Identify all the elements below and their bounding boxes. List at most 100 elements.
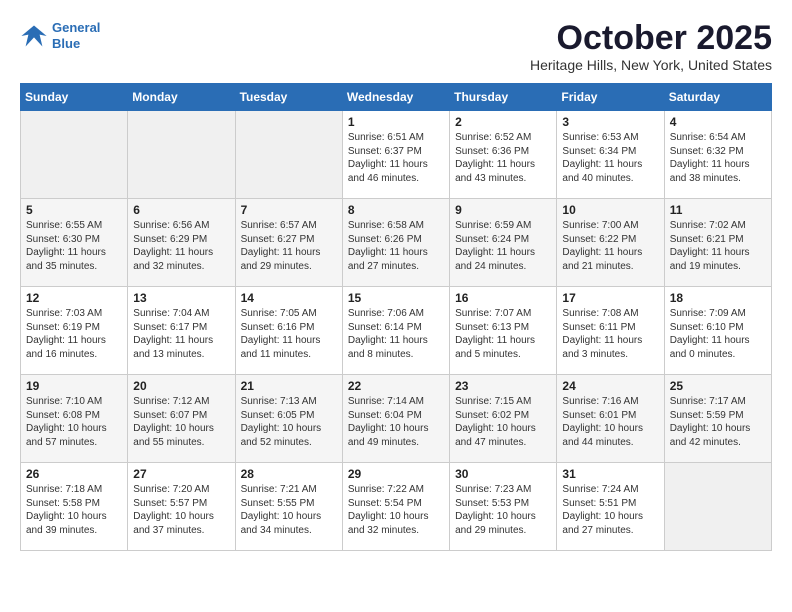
day-number: 3 xyxy=(562,115,658,129)
logo-text: General Blue xyxy=(52,20,100,51)
day-number: 25 xyxy=(670,379,766,393)
calendar-cell: 27 Sunrise: 7:20 AM Sunset: 5:57 PM Dayli… xyxy=(128,463,235,551)
day-info: Sunrise: 6:57 AM Sunset: 6:27 PM Dayligh… xyxy=(241,219,337,273)
calendar-cell xyxy=(21,111,128,199)
calendar-cell: 2Sunrise: 6:52 AM Sunset: 6:36 PM Daylig… xyxy=(450,111,557,199)
weekday-header-tuesday: Tuesday xyxy=(235,84,342,111)
day-number: 12 xyxy=(26,291,122,305)
day-number: 21 xyxy=(241,379,337,393)
day-info: Sunrise: 7:08 AM Sunset: 6:11 PM Dayligh… xyxy=(562,307,658,361)
day-number: 19 xyxy=(26,379,122,393)
logo-line2: Blue xyxy=(52,36,80,51)
page-header: General Blue October 2025 Heritage Hills… xyxy=(20,20,772,73)
logo: General Blue xyxy=(20,20,100,51)
logo-icon xyxy=(20,22,48,50)
calendar-cell: 6Sunrise: 6:56 AM Sunset: 6:29 PM Daylig… xyxy=(128,199,235,287)
calendar-cell: 22 Sunrise: 7:14 AM Sunset: 6:04 PM Dayli… xyxy=(342,375,449,463)
calendar-cell: 29Sunrise: 7:22 AM Sunset: 5:54 PM Dayli… xyxy=(342,463,449,551)
day-info: Sunrise: 6:59 AM Sunset: 6:24 PM Dayligh… xyxy=(455,219,551,273)
calendar-cell: 13Sunrise: 7:04 AM Sunset: 6:17 PM Dayli… xyxy=(128,287,235,375)
day-number: 20 xyxy=(133,379,229,393)
calendar-cell: 9 Sunrise: 6:59 AM Sunset: 6:24 PM Daylig… xyxy=(450,199,557,287)
day-info: Sunrise: 7:17 AM Sunset: 5:59 PM Dayligh… xyxy=(670,395,766,449)
calendar-cell: 19 Sunrise: 7:10 AM Sunset: 6:08 PM Dayli… xyxy=(21,375,128,463)
day-number: 30 xyxy=(455,467,551,481)
day-number: 31 xyxy=(562,467,658,481)
day-info: Sunrise: 7:10 AM Sunset: 6:08 PM Dayligh… xyxy=(26,395,122,449)
calendar-cell: 14 Sunrise: 7:05 AM Sunset: 6:16 PM Dayli… xyxy=(235,287,342,375)
logo-line1: General xyxy=(52,20,100,35)
day-info: Sunrise: 7:23 AM Sunset: 5:53 PM Dayligh… xyxy=(455,483,551,537)
calendar-cell: 11 Sunrise: 7:02 AM Sunset: 6:21 PM Dayli… xyxy=(664,199,771,287)
calendar-cell: 10 Sunrise: 7:00 AM Sunset: 6:22 PM Dayli… xyxy=(557,199,664,287)
day-info: Sunrise: 6:53 AM Sunset: 6:34 PM Dayligh… xyxy=(562,131,658,185)
calendar-cell: 25 Sunrise: 7:17 AM Sunset: 5:59 PM Dayli… xyxy=(664,375,771,463)
weekday-header-thursday: Thursday xyxy=(450,84,557,111)
calendar-cell: 28Sunrise: 7:21 AM Sunset: 5:55 PM Dayli… xyxy=(235,463,342,551)
weekday-header-friday: Friday xyxy=(557,84,664,111)
day-number: 13 xyxy=(133,291,229,305)
day-info: Sunrise: 6:55 AM Sunset: 6:30 PM Dayligh… xyxy=(26,219,122,273)
month-title: October 2025 xyxy=(530,20,772,57)
day-info: Sunrise: 7:02 AM Sunset: 6:21 PM Dayligh… xyxy=(670,219,766,273)
calendar-cell: 8Sunrise: 6:58 AM Sunset: 6:26 PM Daylig… xyxy=(342,199,449,287)
day-info: Sunrise: 7:00 AM Sunset: 6:22 PM Dayligh… xyxy=(562,219,658,273)
calendar-week-3: 12 Sunrise: 7:03 AM Sunset: 6:19 PM Dayli… xyxy=(21,287,772,375)
day-number: 10 xyxy=(562,203,658,217)
day-info: Sunrise: 7:05 AM Sunset: 6:16 PM Dayligh… xyxy=(241,307,337,361)
day-number: 17 xyxy=(562,291,658,305)
title-block: October 2025 Heritage Hills, New York, U… xyxy=(530,20,772,73)
calendar-cell: 1Sunrise: 6:51 AM Sunset: 6:37 PM Daylig… xyxy=(342,111,449,199)
weekday-header-row: SundayMondayTuesdayWednesdayThursdayFrid… xyxy=(21,84,772,111)
calendar-cell xyxy=(128,111,235,199)
calendar-cell: 15Sunrise: 7:06 AM Sunset: 6:14 PM Dayli… xyxy=(342,287,449,375)
calendar-cell: 3 Sunrise: 6:53 AM Sunset: 6:34 PM Daylig… xyxy=(557,111,664,199)
day-number: 4 xyxy=(670,115,766,129)
day-info: Sunrise: 6:54 AM Sunset: 6:32 PM Dayligh… xyxy=(670,131,766,185)
day-info: Sunrise: 7:20 AM Sunset: 5:57 PM Dayligh… xyxy=(133,483,229,537)
weekday-header-wednesday: Wednesday xyxy=(342,84,449,111)
day-info: Sunrise: 7:03 AM Sunset: 6:19 PM Dayligh… xyxy=(26,307,122,361)
calendar-cell: 17 Sunrise: 7:08 AM Sunset: 6:11 PM Dayli… xyxy=(557,287,664,375)
calendar-cell: 26 Sunrise: 7:18 AM Sunset: 5:58 PM Dayli… xyxy=(21,463,128,551)
calendar-cell: 4 Sunrise: 6:54 AM Sunset: 6:32 PM Daylig… xyxy=(664,111,771,199)
day-info: Sunrise: 7:18 AM Sunset: 5:58 PM Dayligh… xyxy=(26,483,122,537)
weekday-header-monday: Monday xyxy=(128,84,235,111)
calendar-cell: 24Sunrise: 7:16 AM Sunset: 6:01 PM Dayli… xyxy=(557,375,664,463)
calendar-cell: 30 Sunrise: 7:23 AM Sunset: 5:53 PM Dayli… xyxy=(450,463,557,551)
calendar-table: SundayMondayTuesdayWednesdayThursdayFrid… xyxy=(20,83,772,551)
day-info: Sunrise: 6:56 AM Sunset: 6:29 PM Dayligh… xyxy=(133,219,229,273)
calendar-week-1: 1Sunrise: 6:51 AM Sunset: 6:37 PM Daylig… xyxy=(21,111,772,199)
day-info: Sunrise: 7:12 AM Sunset: 6:07 PM Dayligh… xyxy=(133,395,229,449)
calendar-cell: 21 Sunrise: 7:13 AM Sunset: 6:05 PM Dayli… xyxy=(235,375,342,463)
day-info: Sunrise: 7:13 AM Sunset: 6:05 PM Dayligh… xyxy=(241,395,337,449)
day-number: 9 xyxy=(455,203,551,217)
day-number: 5 xyxy=(26,203,122,217)
day-info: Sunrise: 6:58 AM Sunset: 6:26 PM Dayligh… xyxy=(348,219,444,273)
day-number: 16 xyxy=(455,291,551,305)
day-number: 23 xyxy=(455,379,551,393)
calendar-week-2: 5 Sunrise: 6:55 AM Sunset: 6:30 PM Daylig… xyxy=(21,199,772,287)
day-number: 11 xyxy=(670,203,766,217)
day-info: Sunrise: 7:15 AM Sunset: 6:02 PM Dayligh… xyxy=(455,395,551,449)
day-number: 2 xyxy=(455,115,551,129)
day-number: 26 xyxy=(26,467,122,481)
calendar-week-4: 19 Sunrise: 7:10 AM Sunset: 6:08 PM Dayli… xyxy=(21,375,772,463)
weekday-header-saturday: Saturday xyxy=(664,84,771,111)
day-info: Sunrise: 7:06 AM Sunset: 6:14 PM Dayligh… xyxy=(348,307,444,361)
day-number: 27 xyxy=(133,467,229,481)
calendar-cell: 7Sunrise: 6:57 AM Sunset: 6:27 PM Daylig… xyxy=(235,199,342,287)
calendar-week-5: 26 Sunrise: 7:18 AM Sunset: 5:58 PM Dayli… xyxy=(21,463,772,551)
day-number: 18 xyxy=(670,291,766,305)
weekday-header-sunday: Sunday xyxy=(21,84,128,111)
calendar-cell: 31 Sunrise: 7:24 AM Sunset: 5:51 PM Dayli… xyxy=(557,463,664,551)
day-info: Sunrise: 7:24 AM Sunset: 5:51 PM Dayligh… xyxy=(562,483,658,537)
day-info: Sunrise: 7:16 AM Sunset: 6:01 PM Dayligh… xyxy=(562,395,658,449)
day-info: Sunrise: 7:07 AM Sunset: 6:13 PM Dayligh… xyxy=(455,307,551,361)
calendar-cell: 12 Sunrise: 7:03 AM Sunset: 6:19 PM Dayli… xyxy=(21,287,128,375)
calendar-cell: 5 Sunrise: 6:55 AM Sunset: 6:30 PM Daylig… xyxy=(21,199,128,287)
day-number: 22 xyxy=(348,379,444,393)
day-number: 28 xyxy=(241,467,337,481)
day-info: Sunrise: 7:14 AM Sunset: 6:04 PM Dayligh… xyxy=(348,395,444,449)
day-number: 14 xyxy=(241,291,337,305)
